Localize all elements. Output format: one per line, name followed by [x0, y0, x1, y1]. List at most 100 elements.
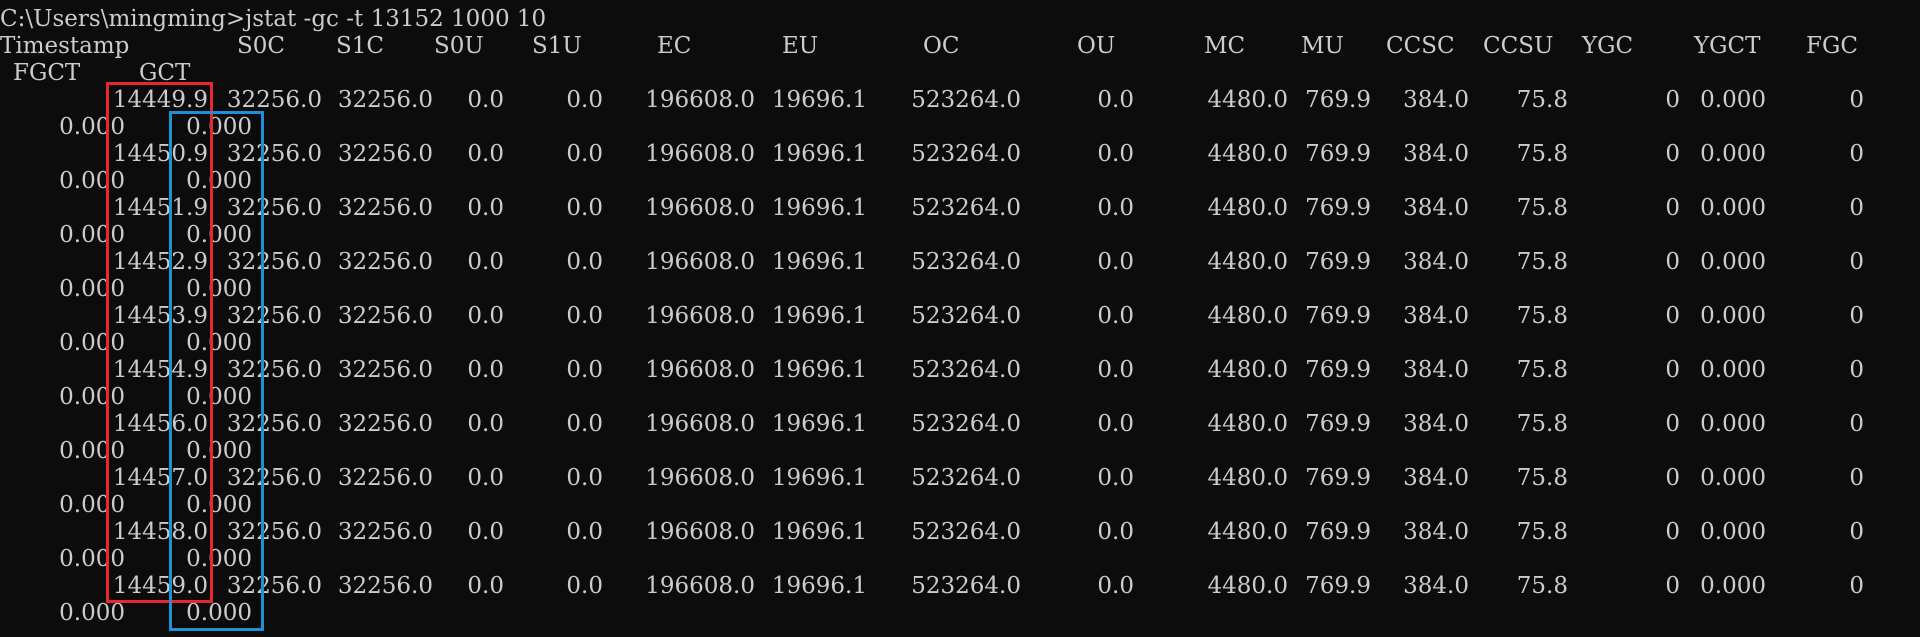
cell-ygc: 0: [1665, 573, 1680, 599]
terminal-window[interactable]: C:\Users\mingming>jstat -gc -t 13152 100…: [0, 0, 1920, 637]
cell-ccsc: 384.0: [1403, 249, 1469, 275]
cell-ccsu: 75.8: [1516, 141, 1568, 167]
cell-ygct: 0.000: [1700, 573, 1766, 599]
cell-ou: 0.0: [1097, 141, 1134, 167]
cell-ccsu: 75.8: [1516, 411, 1568, 437]
cell-fgc: 0: [1849, 357, 1864, 383]
column-header-oc: OC: [923, 33, 960, 59]
cell-mc: 4480.0: [1207, 465, 1288, 491]
cell-s0c: 32256.0: [226, 87, 322, 113]
cell-ec: 196608.0: [645, 249, 755, 275]
cell-ou: 0.0: [1097, 573, 1134, 599]
cell-s1c: 32256.0: [337, 249, 433, 275]
cell-ou: 0.0: [1097, 465, 1134, 491]
column-header-timestamp: Timestamp: [0, 33, 130, 59]
cell-ec: 196608.0: [645, 465, 755, 491]
cell-ccsu: 75.8: [1516, 519, 1568, 545]
cell-ccsc: 384.0: [1403, 465, 1469, 491]
cell-fgct: 0.000: [59, 600, 125, 626]
cell-s1u: 0.0: [566, 249, 603, 275]
cell-fgc: 0: [1849, 87, 1864, 113]
cell-ccsc: 384.0: [1403, 195, 1469, 221]
cell-eu: 19696.1: [771, 195, 867, 221]
cell-ygct: 0.000: [1700, 357, 1766, 383]
cell-s1c: 32256.0: [337, 519, 433, 545]
cell-fgc: 0: [1849, 195, 1864, 221]
cell-fgc: 0: [1849, 465, 1864, 491]
table-row-wrapped: 0.000 0.000: [0, 222, 1920, 249]
table-row-wrapped: 0.000 0.000: [0, 600, 1920, 627]
cell-oc: 523264.0: [911, 519, 1021, 545]
cell-s0u: 0.0: [467, 87, 504, 113]
table-row: 14458.0 32256.0 32256.0 0.0 0.0 196608.0 19696…: [0, 519, 1920, 546]
column-header-s0c: S0C: [237, 33, 285, 59]
cell-eu: 19696.1: [771, 573, 867, 599]
cell-s1c: 32256.0: [337, 303, 433, 329]
cell-ygc: 0: [1665, 411, 1680, 437]
cell-ou: 0.0: [1097, 411, 1134, 437]
cell-oc: 523264.0: [911, 303, 1021, 329]
cell-ccsc: 384.0: [1403, 573, 1469, 599]
cell-oc: 523264.0: [911, 249, 1021, 275]
cell-mc: 4480.0: [1207, 411, 1288, 437]
cell-ccsc: 384.0: [1403, 141, 1469, 167]
cell-mu: 769.9: [1305, 195, 1371, 221]
cell-ygct: 0.000: [1700, 303, 1766, 329]
cell-ec: 196608.0: [645, 303, 755, 329]
cell-ou: 0.0: [1097, 87, 1134, 113]
cell-oc: 523264.0: [911, 195, 1021, 221]
cell-ygct: 0.000: [1700, 87, 1766, 113]
cell-ccsc: 384.0: [1403, 411, 1469, 437]
cell-ccsu: 75.8: [1516, 249, 1568, 275]
table-row: 14457.0 32256.0 32256.0 0.0 0.0 196608.0 19696…: [0, 465, 1920, 492]
gct-highlight-box: [169, 111, 264, 631]
cell-ygc: 0: [1665, 249, 1680, 275]
cell-mu: 769.9: [1305, 573, 1371, 599]
cell-s1c: 32256.0: [337, 411, 433, 437]
cell-s1c: 32256.0: [337, 357, 433, 383]
cell-oc: 523264.0: [911, 87, 1021, 113]
column-header-ccsu: CCSU: [1483, 33, 1554, 59]
cell-eu: 19696.1: [771, 141, 867, 167]
cell-mc: 4480.0: [1207, 141, 1288, 167]
cell-ccsc: 384.0: [1403, 303, 1469, 329]
cell-s0u: 0.0: [467, 411, 504, 437]
cell-mu: 769.9: [1305, 87, 1371, 113]
cell-mu: 769.9: [1305, 519, 1371, 545]
table-row: 14449.9 32256.0 32256.0 0.0 0.0 196608.0 19696…: [0, 87, 1920, 114]
cell-ou: 0.0: [1097, 303, 1134, 329]
cell-ygct: 0.000: [1700, 141, 1766, 167]
column-header-row-wrapped: FGCT GCT: [0, 60, 1920, 87]
cell-ou: 0.0: [1097, 357, 1134, 383]
column-header-ou: OU: [1077, 33, 1116, 59]
cell-s1c: 32256.0: [337, 87, 433, 113]
cell-s0u: 0.0: [467, 195, 504, 221]
cell-s0u: 0.0: [467, 357, 504, 383]
table-row-wrapped: 0.000 0.000: [0, 492, 1920, 519]
cell-mu: 769.9: [1305, 411, 1371, 437]
cell-eu: 19696.1: [771, 357, 867, 383]
cell-s1u: 0.0: [566, 195, 603, 221]
table-row: 14454.9 32256.0 32256.0 0.0 0.0 196608.0 19696…: [0, 357, 1920, 384]
cell-ccsu: 75.8: [1516, 87, 1568, 113]
cell-s1c: 32256.0: [337, 465, 433, 491]
cell-ec: 196608.0: [645, 87, 755, 113]
cell-oc: 523264.0: [911, 141, 1021, 167]
cell-eu: 19696.1: [771, 87, 867, 113]
column-header-mu: MU: [1301, 33, 1344, 59]
cell-ccsu: 75.8: [1516, 465, 1568, 491]
table-row-wrapped: 0.000 0.000: [0, 438, 1920, 465]
cell-ou: 0.0: [1097, 195, 1134, 221]
cell-mc: 4480.0: [1207, 357, 1288, 383]
cell-ccsu: 75.8: [1516, 303, 1568, 329]
table-row-wrapped: 0.000 0.000: [0, 276, 1920, 303]
cell-s0u: 0.0: [467, 573, 504, 599]
cell-ou: 0.0: [1097, 519, 1134, 545]
cell-ccsu: 75.8: [1516, 357, 1568, 383]
cell-fgc: 0: [1849, 303, 1864, 329]
cell-eu: 19696.1: [771, 303, 867, 329]
cell-ec: 196608.0: [645, 195, 755, 221]
cell-eu: 19696.1: [771, 465, 867, 491]
cell-ygc: 0: [1665, 357, 1680, 383]
cell-oc: 523264.0: [911, 465, 1021, 491]
